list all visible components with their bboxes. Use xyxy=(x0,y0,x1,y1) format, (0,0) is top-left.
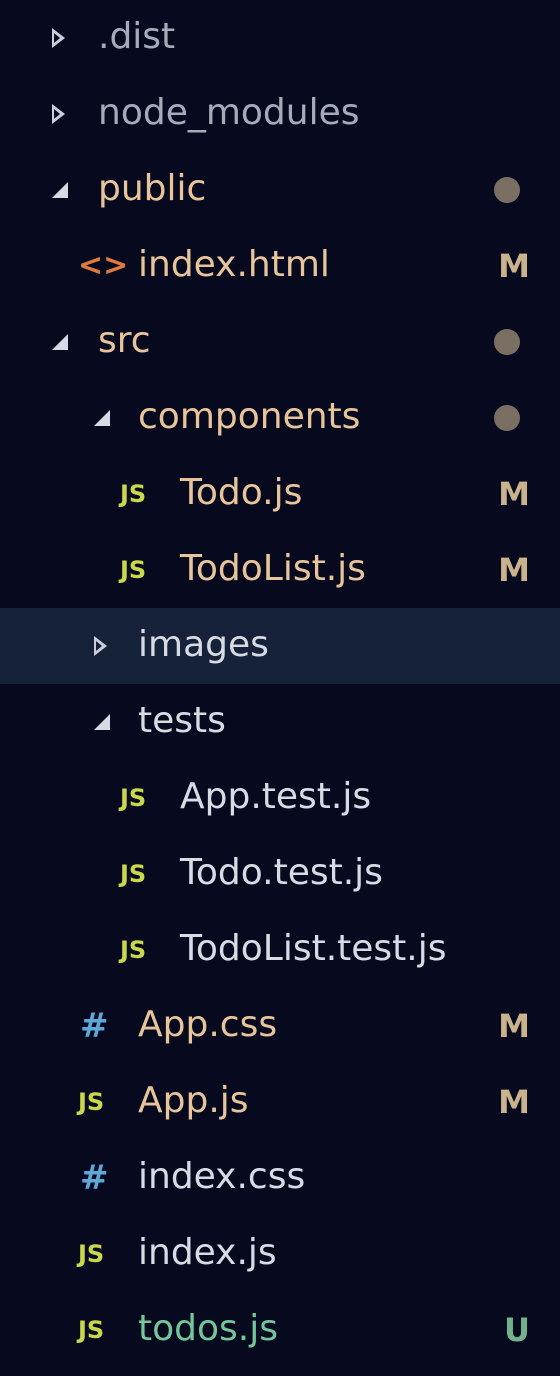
untracked-status-badge: U xyxy=(504,1311,530,1349)
file-label-index-css: index.css xyxy=(138,1156,306,1197)
js-file-icon: JS xyxy=(120,860,147,888)
file-label-todolist-js: TodoList.js xyxy=(180,548,366,589)
chevron-down-icon[interactable] xyxy=(94,714,110,730)
html-file-icon: <> xyxy=(78,248,129,283)
chevron-down-icon[interactable] xyxy=(52,182,68,198)
chevron-right-icon[interactable] xyxy=(52,104,65,124)
folder-label-node-modules: node_modules xyxy=(98,92,360,133)
js-file-icon: JS xyxy=(120,556,147,584)
js-file-icon: JS xyxy=(78,1088,105,1116)
folder-label-components: components xyxy=(138,396,361,437)
js-file-icon: JS xyxy=(120,480,147,508)
modified-status-badge: M xyxy=(498,475,530,513)
tree-row-dist[interactable]: .dist xyxy=(0,0,560,76)
tree-row-index-css[interactable]: # index.css xyxy=(0,1140,560,1216)
tree-row-app-test-js[interactable]: JS App.test.js xyxy=(0,760,560,836)
tree-row-todo-test-js[interactable]: JS Todo.test.js xyxy=(0,836,560,912)
tree-row-public[interactable]: public xyxy=(0,152,560,228)
file-label-index-html: index.html xyxy=(138,244,330,285)
modified-status-badge: M xyxy=(498,1083,530,1121)
chevron-right-icon[interactable] xyxy=(94,636,107,656)
tree-row-images[interactable]: images xyxy=(0,608,560,684)
tree-row-todolist-js[interactable]: JS TodoList.js M xyxy=(0,532,560,608)
file-label-app-css: App.css xyxy=(138,1004,278,1045)
tree-row-index-js[interactable]: JS index.js xyxy=(0,1216,560,1292)
file-label-index-js: index.js xyxy=(138,1232,277,1273)
modified-status-badge: M xyxy=(498,1007,530,1045)
modified-dot-indicator xyxy=(494,329,520,355)
js-file-icon: JS xyxy=(78,1316,105,1344)
js-file-icon: JS xyxy=(78,1240,105,1268)
tree-row-node-modules[interactable]: node_modules xyxy=(0,76,560,152)
file-label-todolist-test-js: TodoList.test.js xyxy=(180,928,447,969)
modified-status-badge: M xyxy=(498,551,530,589)
file-label-app-test-js: App.test.js xyxy=(180,776,372,817)
file-label-todo-test-js: Todo.test.js xyxy=(180,852,383,893)
folder-label-public: public xyxy=(98,168,207,209)
js-file-icon: JS xyxy=(120,784,147,812)
file-label-app-js: App.js xyxy=(138,1080,249,1121)
tree-row-src[interactable]: src xyxy=(0,304,560,380)
tree-row-todolist-test-js[interactable]: JS TodoList.test.js xyxy=(0,912,560,988)
file-explorer-tree: .dist node_modules public <> index.html … xyxy=(0,0,560,1376)
css-file-icon: # xyxy=(80,1158,109,1198)
modified-dot-indicator xyxy=(494,177,520,203)
tree-row-app-css[interactable]: # App.css M xyxy=(0,988,560,1064)
chevron-down-icon[interactable] xyxy=(52,334,68,350)
file-label-todo-js: Todo.js xyxy=(180,472,303,513)
folder-label-dist: .dist xyxy=(98,16,176,57)
js-file-icon: JS xyxy=(120,936,147,964)
folder-label-src: src xyxy=(98,320,151,361)
tree-row-todos-js[interactable]: JS todos.js U xyxy=(0,1292,560,1368)
file-label-todos-js: todos.js xyxy=(138,1308,278,1349)
tree-row-app-js[interactable]: JS App.js M xyxy=(0,1064,560,1140)
chevron-down-icon[interactable] xyxy=(94,410,110,426)
chevron-right-icon[interactable] xyxy=(52,28,65,48)
modified-dot-indicator xyxy=(494,405,520,431)
folder-label-images: images xyxy=(138,624,269,665)
css-file-icon: # xyxy=(80,1006,109,1046)
tree-row-index-html[interactable]: <> index.html M xyxy=(0,228,560,304)
tree-row-todo-js[interactable]: JS Todo.js M xyxy=(0,456,560,532)
tree-row-components[interactable]: components xyxy=(0,380,560,456)
modified-status-badge: M xyxy=(498,247,530,285)
folder-label-tests: tests xyxy=(138,700,226,741)
tree-row-tests[interactable]: tests xyxy=(0,684,560,760)
